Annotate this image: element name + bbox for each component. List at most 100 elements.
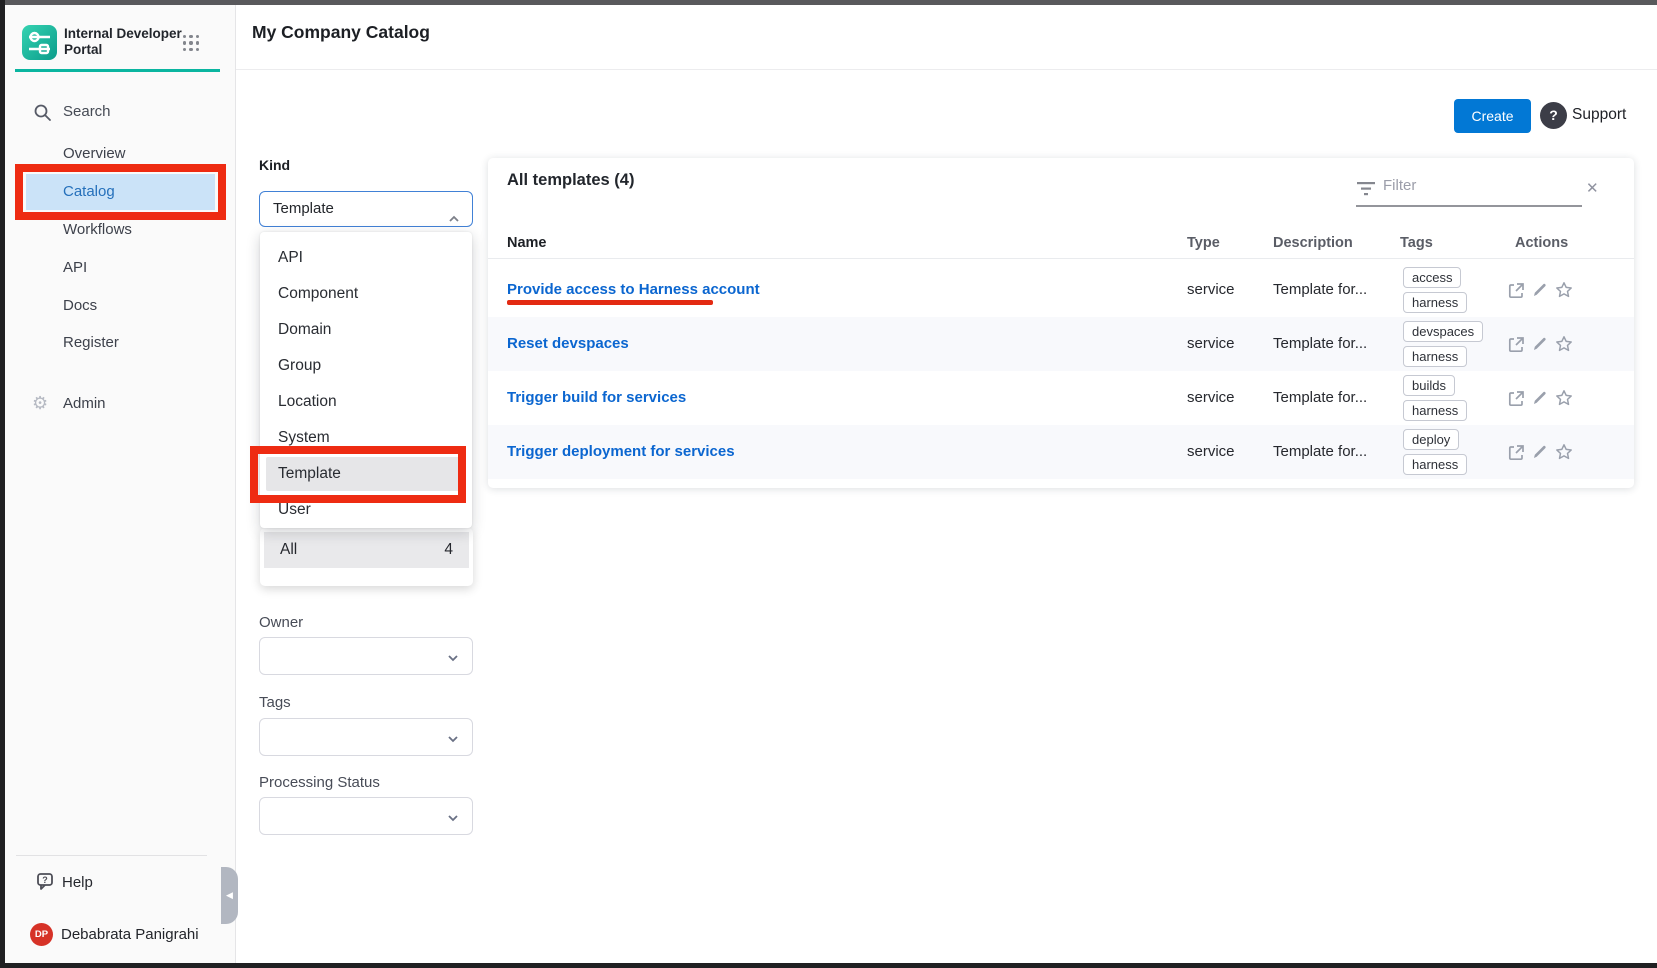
sidebar-item-docs[interactable]: Docs [63, 296, 97, 316]
tag-chip: harness [1403, 454, 1467, 475]
sidebar-collapse-handle[interactable]: ◀ [221, 867, 238, 924]
sidebar-item-register[interactable]: Register [63, 333, 119, 353]
kind-select-value: Template [273, 200, 334, 217]
column-header-tags: Tags [1400, 235, 1433, 251]
tag-chip: harness [1403, 400, 1467, 421]
tags-select[interactable] [259, 718, 473, 756]
brand-divider [15, 69, 220, 72]
star-icon[interactable] [1555, 389, 1573, 407]
templates-card-title: All templates (4) [507, 171, 634, 190]
app-title: Internal Developer Portal [64, 26, 182, 58]
kind-count-row-all[interactable]: All 4 [264, 532, 469, 568]
all-row-count: 4 [444, 532, 453, 568]
table-row: Trigger deployment for services service … [488, 425, 1634, 479]
annotation-box-catalog [15, 164, 226, 220]
kind-select[interactable]: Template [259, 191, 473, 227]
processing-status-filter-label: Processing Status [259, 774, 380, 791]
sidebar-item-admin[interactable]: Admin [63, 394, 106, 414]
column-header-type: Type [1187, 235, 1220, 251]
edit-icon[interactable] [1532, 444, 1548, 460]
template-link[interactable]: Provide access to Harness account [507, 263, 760, 317]
tags-filter-label: Tags [259, 694, 291, 711]
type-cell: service [1187, 317, 1235, 371]
screenshot-left-edge [0, 0, 5, 968]
page-title: My Company Catalog [252, 22, 430, 43]
idp-logo-icon [22, 25, 57, 60]
help-button[interactable]: Help [62, 873, 93, 893]
tag-chip: harness [1403, 346, 1467, 367]
actions-cell [1508, 425, 1573, 479]
filter-input-underline [1356, 205, 1582, 207]
star-icon[interactable] [1555, 443, 1573, 461]
type-cell: service [1187, 263, 1235, 317]
apps-grid-icon[interactable] [181, 33, 201, 53]
tag-chip: builds [1403, 375, 1455, 396]
template-link[interactable]: Trigger deployment for services [507, 425, 735, 479]
launch-icon[interactable] [1508, 444, 1525, 461]
actions-cell [1508, 371, 1573, 425]
owner-filter-label: Owner [259, 614, 303, 631]
edit-icon[interactable] [1532, 336, 1548, 352]
search-icon [33, 103, 52, 127]
table-row: Reset devspaces service Template for... … [488, 317, 1634, 371]
table-row: Provide access to Harness account servic… [488, 263, 1634, 317]
tags-cell: deploy harness [1403, 425, 1467, 479]
edit-icon[interactable] [1532, 282, 1548, 298]
chevron-down-icon [447, 811, 459, 823]
sidebar-item-api[interactable]: API [63, 258, 87, 278]
description-cell: Template for... [1273, 263, 1367, 317]
filter-input[interactable] [1383, 177, 1568, 194]
all-row-label: All [280, 532, 297, 568]
filter-funnel-icon [1356, 181, 1376, 202]
chevron-down-icon [447, 732, 459, 744]
kind-option-domain[interactable]: Domain [260, 312, 472, 348]
tag-chip: harness [1403, 292, 1467, 313]
launch-icon[interactable] [1508, 336, 1525, 353]
kind-option-component[interactable]: Component [260, 276, 472, 312]
tag-chip: access [1403, 267, 1461, 288]
support-button[interactable]: Support [1572, 106, 1626, 124]
actions-cell [1508, 263, 1573, 317]
screenshot-bottom-edge [0, 963, 1657, 968]
gear-icon: ⚙ [32, 393, 48, 413]
type-cell: service [1187, 425, 1235, 479]
description-cell: Template for... [1273, 317, 1367, 371]
screenshot-top-edge [0, 0, 1657, 5]
template-link[interactable]: Trigger build for services [507, 371, 686, 425]
kind-option-api[interactable]: API [260, 240, 472, 276]
launch-icon[interactable] [1508, 282, 1525, 299]
processing-status-select[interactable] [259, 797, 473, 835]
tags-cell: builds harness [1403, 371, 1467, 425]
kind-filter-label: Kind [259, 157, 290, 173]
table-row: Trigger build for services service Templ… [488, 371, 1634, 425]
column-header-description: Description [1273, 235, 1353, 251]
user-name[interactable]: Debabrata Panigrahi [61, 925, 199, 945]
owner-select[interactable] [259, 637, 473, 675]
tags-cell: devspaces harness [1403, 317, 1483, 371]
page-header [236, 0, 1657, 70]
kind-option-location[interactable]: Location [260, 384, 472, 420]
annotation-underline-template-link [507, 300, 713, 305]
sidebar-item-search[interactable]: Search [63, 102, 111, 122]
column-header-name: Name [507, 235, 547, 251]
sidebar-item-overview[interactable]: Overview [63, 144, 126, 164]
chevron-down-icon [447, 651, 459, 663]
header-divider [488, 258, 1634, 259]
create-button[interactable]: Create [1454, 99, 1531, 133]
star-icon[interactable] [1555, 281, 1573, 299]
clear-filter-icon[interactable]: ✕ [1586, 179, 1599, 197]
chevron-up-icon [448, 204, 460, 216]
kind-option-group[interactable]: Group [260, 348, 472, 384]
sidebar-item-workflows[interactable]: Workflows [63, 220, 132, 240]
type-cell: service [1187, 371, 1235, 425]
description-cell: Template for... [1273, 425, 1367, 479]
sidebar-footer-divider [16, 855, 207, 856]
launch-icon[interactable] [1508, 390, 1525, 407]
template-link[interactable]: Reset devspaces [507, 317, 629, 371]
edit-icon[interactable] [1532, 390, 1548, 406]
star-icon[interactable] [1555, 335, 1573, 353]
user-avatar[interactable]: DP [30, 923, 53, 946]
help-chat-icon: ? [35, 872, 57, 897]
support-question-icon[interactable]: ? [1540, 102, 1567, 129]
sidebar: Internal Developer Portal Search Overvie… [0, 0, 236, 968]
